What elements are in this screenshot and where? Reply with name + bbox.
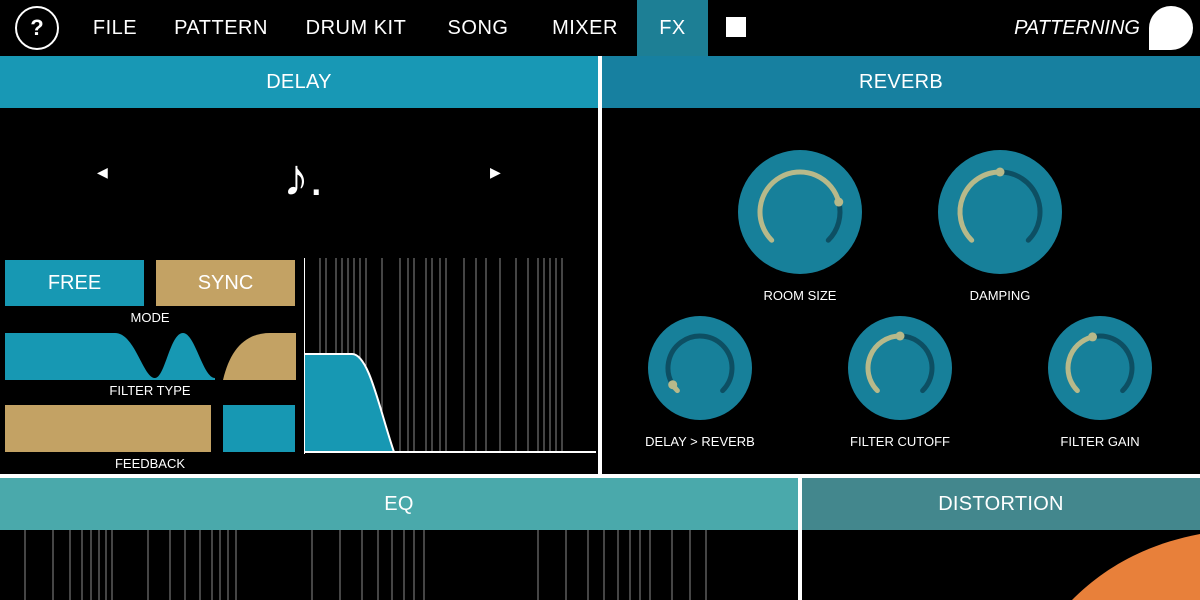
filter-highpass-shape	[223, 333, 296, 380]
delay-reverb-label: DELAY > REVERB	[645, 434, 755, 449]
nav-fx[interactable]: FX	[637, 0, 708, 56]
reverb-header: REVERB	[602, 56, 1200, 108]
stop-button[interactable]	[726, 17, 746, 37]
nav-song[interactable]: SONG	[434, 0, 522, 56]
nav-file[interactable]: FILE	[78, 0, 152, 56]
nav-pattern[interactable]: PATTERN	[166, 0, 276, 56]
panel-divider	[598, 56, 602, 478]
mode-sync-button[interactable]: SYNC	[156, 260, 295, 306]
filter-cutoff-knob-indicator	[895, 331, 905, 341]
nav-mixer[interactable]: MIXER	[542, 0, 628, 56]
prev-arrow-icon[interactable]: ◀	[97, 164, 108, 181]
filter-gain-knob-indicator	[1088, 332, 1098, 342]
delay-filter-graph[interactable]	[304, 258, 596, 454]
damping-knob-indicator	[995, 167, 1005, 177]
filter-cutoff-label: FILTER CUTOFF	[850, 434, 950, 449]
room-size-knob[interactable]	[738, 150, 862, 274]
feedback-label: FEEDBACK	[114, 456, 186, 471]
mode-free-button[interactable]: FREE	[5, 260, 144, 306]
delay-reverb-knob-indicator	[668, 380, 678, 390]
feedback-slider-track[interactable]	[223, 405, 295, 452]
distortion-graph[interactable]	[802, 530, 1200, 600]
room-size-knob-indicator	[834, 197, 844, 207]
filter-gain-knob[interactable]	[1048, 316, 1152, 420]
help-button[interactable]: ?	[15, 6, 59, 50]
note-value-icon[interactable]: ♪.	[283, 148, 323, 208]
app-brand: PATTERNING	[1014, 17, 1140, 39]
eq-header: EQ	[0, 478, 798, 530]
feedback-slider-fill[interactable]	[5, 405, 211, 452]
distortion-curve	[1072, 534, 1200, 600]
eq-gridlines	[24, 530, 707, 600]
damping-label: DAMPING	[969, 288, 1031, 303]
delay-reverb-knob[interactable]	[648, 316, 752, 420]
next-arrow-icon[interactable]: ▶	[490, 164, 501, 181]
nav-drum-kit[interactable]: DRUM KIT	[296, 0, 416, 56]
eq-graph[interactable]	[0, 530, 798, 600]
delay-header: DELAY	[0, 56, 598, 108]
filter-curve	[304, 353, 396, 453]
filter-lowpass-bandpass-shape	[5, 333, 215, 380]
filter-gain-label: FILTER GAIN	[1060, 434, 1140, 449]
filter-cutoff-knob[interactable]	[848, 316, 952, 420]
logo-leaf-icon	[1149, 6, 1193, 50]
damping-knob[interactable]	[938, 150, 1062, 274]
distortion-header: DISTORTION	[802, 478, 1200, 530]
mode-label: MODE	[130, 310, 170, 325]
filter-type-selector[interactable]	[5, 330, 296, 380]
filter-type-label: FILTER TYPE	[109, 383, 191, 398]
room-size-label: ROOM SIZE	[763, 288, 837, 303]
